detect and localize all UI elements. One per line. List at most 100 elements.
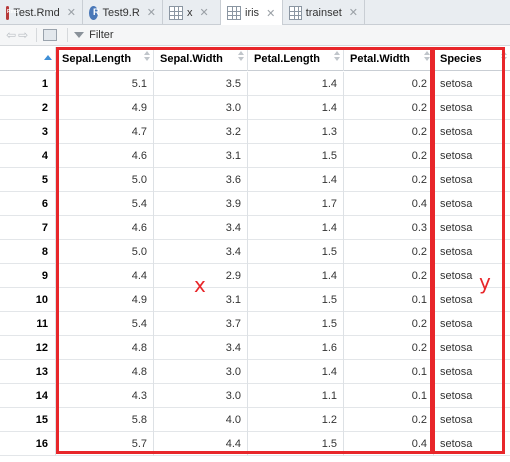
table-row[interactable]: 1 5.1 3.5 1.4 0.2 setosa [0,72,510,96]
cell-petal-length[interactable]: 1.5 [248,432,344,456]
cell-petal-length[interactable]: 1.1 [248,384,344,408]
table-row[interactable]: 14 4.3 3.0 1.1 0.1 setosa [0,384,510,408]
cell-species[interactable]: setosa [434,240,510,264]
tab-test-rmd[interactable]: Test.Rmd ✕ [0,0,83,25]
cell-sepal-width[interactable]: 3.9 [154,192,248,216]
cell-species[interactable]: setosa [434,120,510,144]
cell-sepal-length[interactable]: 5.8 [56,408,154,432]
cell-petal-length[interactable]: 1.7 [248,192,344,216]
cell-sepal-width[interactable]: 3.7 [154,312,248,336]
tab-trainset[interactable]: trainset ✕ [283,0,365,25]
cell-petal-width[interactable]: 0.1 [344,360,434,384]
cell-petal-length[interactable]: 1.4 [248,72,344,96]
cell-petal-length[interactable]: 1.5 [248,144,344,168]
cell-petal-length[interactable]: 1.2 [248,408,344,432]
cell-sepal-length[interactable]: 4.6 [56,144,154,168]
cell-sepal-width[interactable]: 3.4 [154,240,248,264]
cell-sepal-width[interactable]: 3.0 [154,96,248,120]
cell-petal-length[interactable]: 1.4 [248,168,344,192]
cell-species[interactable]: setosa [434,384,510,408]
column-header-sepal-length[interactable]: Sepal.Length [56,47,154,71]
cell-sepal-width[interactable]: 3.6 [154,168,248,192]
cell-species[interactable]: setosa [434,96,510,120]
table-row[interactable]: 6 5.4 3.9 1.7 0.4 setosa [0,192,510,216]
close-icon[interactable]: ✕ [349,6,358,19]
cell-petal-width[interactable]: 0.2 [344,144,434,168]
cell-sepal-length[interactable]: 5.4 [56,192,154,216]
cell-species[interactable]: setosa [434,336,510,360]
cell-petal-width[interactable]: 0.2 [344,240,434,264]
cell-sepal-width[interactable]: 3.2 [154,120,248,144]
cell-petal-width[interactable]: 0.2 [344,408,434,432]
cell-petal-length[interactable]: 1.5 [248,312,344,336]
cell-petal-length[interactable]: 1.5 [248,288,344,312]
cell-petal-length[interactable]: 1.3 [248,120,344,144]
row-index-header[interactable] [0,47,56,71]
cell-petal-length[interactable]: 1.4 [248,360,344,384]
table-row[interactable]: 3 4.7 3.2 1.3 0.2 setosa [0,120,510,144]
cell-petal-length[interactable]: 1.6 [248,336,344,360]
cell-sepal-length[interactable]: 5.0 [56,168,154,192]
cell-sepal-length[interactable]: 5.7 [56,432,154,456]
cell-petal-width[interactable]: 0.4 [344,192,434,216]
cell-species[interactable]: setosa [434,408,510,432]
cell-sepal-length[interactable]: 4.6 [56,216,154,240]
cell-sepal-length[interactable]: 4.9 [56,96,154,120]
filter-button[interactable]: Filter [74,29,114,41]
back-arrow-icon[interactable]: ⇦ [6,28,16,42]
cell-sepal-length[interactable]: 4.9 [56,288,154,312]
cell-species[interactable]: setosa [434,144,510,168]
cell-petal-width[interactable]: 0.2 [344,120,434,144]
forward-arrow-icon[interactable]: ⇨ [18,28,28,42]
table-row[interactable]: 2 4.9 3.0 1.4 0.2 setosa [0,96,510,120]
cell-sepal-length[interactable]: 4.7 [56,120,154,144]
cell-species[interactable]: setosa [434,312,510,336]
cell-sepal-width[interactable]: 3.1 [154,144,248,168]
cell-species[interactable]: setosa [434,432,510,456]
cell-species[interactable]: setosa [434,168,510,192]
cell-petal-width[interactable]: 0.1 [344,288,434,312]
cell-sepal-width[interactable]: 3.5 [154,72,248,96]
close-icon[interactable]: ✕ [200,6,209,19]
table-row[interactable]: 4 4.6 3.1 1.5 0.2 setosa [0,144,510,168]
cell-sepal-length[interactable]: 4.3 [56,384,154,408]
close-icon[interactable]: ✕ [266,7,275,20]
cell-species[interactable]: setosa [434,192,510,216]
cell-petal-width[interactable]: 0.2 [344,72,434,96]
tab-iris[interactable]: iris ✕ [221,0,283,26]
cell-petal-length[interactable]: 1.4 [248,216,344,240]
cell-sepal-width[interactable]: 3.4 [154,336,248,360]
cell-species[interactable]: setosa [434,288,510,312]
table-row[interactable]: 9 4.4 2.9 1.4 0.2 setosa [0,264,510,288]
cell-sepal-width[interactable]: 4.0 [154,408,248,432]
cell-sepal-width[interactable]: 3.0 [154,384,248,408]
popout-window-icon[interactable] [43,29,58,41]
column-header-species[interactable]: Species [434,47,510,71]
cell-sepal-width[interactable]: 3.4 [154,216,248,240]
cell-petal-width[interactable]: 0.2 [344,264,434,288]
cell-species[interactable]: setosa [434,360,510,384]
tab-x[interactable]: x ✕ [163,0,221,25]
tab-test9-r[interactable]: Test9.R ✕ [83,0,163,25]
cell-sepal-length[interactable]: 5.1 [56,72,154,96]
cell-species[interactable]: setosa [434,216,510,240]
cell-petal-length[interactable]: 1.4 [248,264,344,288]
table-row[interactable]: 11 5.4 3.7 1.5 0.2 setosa [0,312,510,336]
cell-petal-length[interactable]: 1.5 [248,240,344,264]
cell-sepal-length[interactable]: 4.4 [56,264,154,288]
cell-sepal-length[interactable]: 5.0 [56,240,154,264]
table-row[interactable]: 13 4.8 3.0 1.4 0.1 setosa [0,360,510,384]
table-row[interactable]: 8 5.0 3.4 1.5 0.2 setosa [0,240,510,264]
cell-petal-width[interactable]: 0.3 [344,216,434,240]
table-row[interactable]: 5 5.0 3.6 1.4 0.2 setosa [0,168,510,192]
cell-petal-width[interactable]: 0.2 [344,336,434,360]
table-row[interactable]: 16 5.7 4.4 1.5 0.4 setosa [0,432,510,456]
cell-petal-width[interactable]: 0.2 [344,312,434,336]
cell-species[interactable]: setosa [434,72,510,96]
cell-species[interactable]: setosa [434,264,510,288]
cell-petal-width[interactable]: 0.2 [344,168,434,192]
close-icon[interactable]: ✕ [147,6,156,19]
column-header-petal-length[interactable]: Petal.Length [248,47,344,71]
table-row[interactable]: 12 4.8 3.4 1.6 0.2 setosa [0,336,510,360]
cell-sepal-length[interactable]: 4.8 [56,336,154,360]
